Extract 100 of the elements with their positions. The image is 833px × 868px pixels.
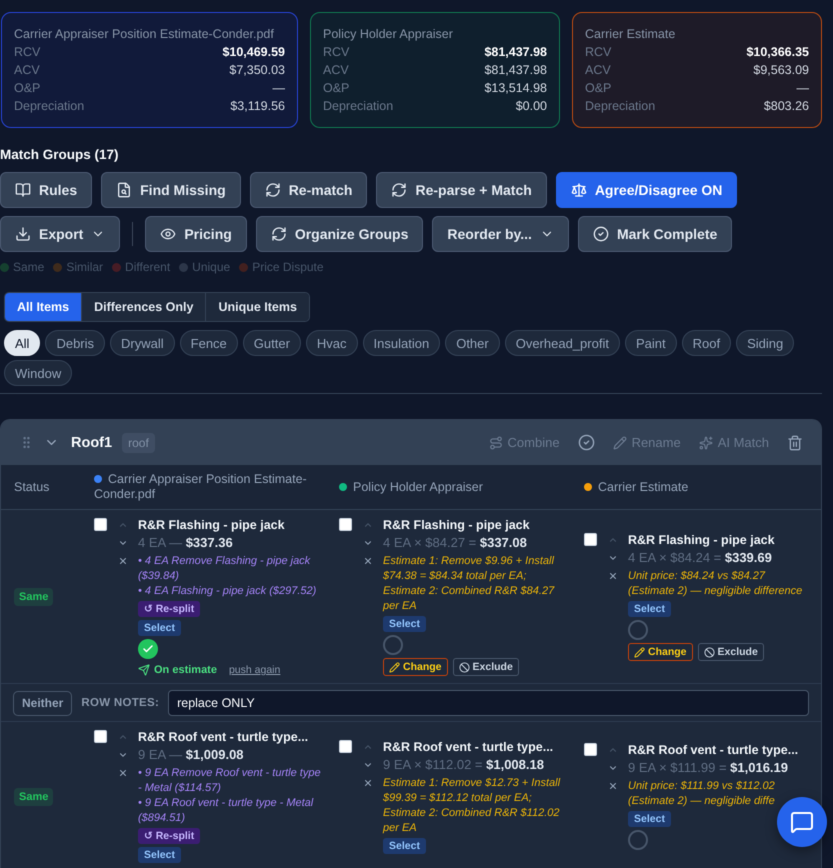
item-title: R&R Flashing - pipe jack [138,518,285,532]
category-chip[interactable]: All [4,330,40,356]
category-chip[interactable]: Other [445,330,500,356]
push-again-link[interactable]: push again [228,664,280,676]
checkbox[interactable] [339,518,352,531]
field-label: RCV [14,44,40,61]
category-chip[interactable]: Debris [45,330,106,356]
view-tab[interactable]: Differences Only [81,293,206,321]
checkbox[interactable] [584,533,597,546]
check-circle-icon[interactable] [138,639,158,659]
field-value: $10,366.35 [746,44,809,61]
category-chip[interactable]: Paint [624,330,677,356]
trash-icon[interactable] [787,434,803,450]
eye-icon [160,226,176,242]
ban-icon [458,662,470,672]
neither-button[interactable]: Neither [13,690,72,716]
resplit-button[interactable]: ↺ Re-split [138,601,200,617]
field-value: $3,119.56 [230,98,285,115]
category-chip[interactable]: Siding [736,330,794,356]
close-icon [363,778,373,788]
toolbar-button[interactable]: Re-match [250,172,368,208]
empty-ring-icon[interactable] [628,620,648,640]
change-button[interactable]: Change [628,643,693,661]
close-icon [118,768,128,778]
check-circle-icon[interactable] [578,434,595,451]
field-label: Depreciation [323,98,394,115]
toolbar-button[interactable]: Export [0,216,120,252]
item-title: R&R Flashing - pipe jack [383,518,530,532]
resplit-button[interactable]: ↺ Re-split [138,828,200,844]
empty-ring-icon[interactable] [383,635,403,655]
file-search-icon [116,182,132,198]
exclude-button[interactable]: Exclude [452,658,519,676]
category-chip[interactable]: Fence [180,330,238,356]
view-tab[interactable]: All Items [5,293,82,321]
category-chip[interactable]: Gutter [242,330,301,356]
column-header: Policy Holder Appraiser [353,480,483,494]
select-button[interactable]: Select [138,620,181,636]
view-tab[interactable]: Unique Items [205,293,309,321]
exclude-button[interactable]: Exclude [698,643,764,661]
field-label: Depreciation [585,98,656,115]
item-title: R&R Roof vent - turtle type... [628,743,798,757]
category-chip[interactable]: Overhead_profit [504,330,620,356]
category-chip[interactable]: Roof [682,330,732,356]
select-button[interactable]: Select [628,811,671,827]
toolbar-button[interactable]: Reorder by... [432,216,569,252]
refresh-icon [391,182,408,198]
toolbar-button[interactable]: Pricing [145,216,247,252]
card-title: Policy Holder Appraiser [323,26,454,43]
checkbox[interactable] [584,743,597,756]
scale-icon [570,182,587,198]
category-chip[interactable]: Hvac [306,330,358,356]
check-circle-icon [592,226,609,242]
change-button[interactable]: Change [383,658,448,676]
pencil-icon [389,662,400,672]
field-label: ACV [585,62,611,79]
toolbar-button[interactable]: Mark Complete [578,216,732,252]
chat-icon [790,810,814,834]
field-label: O&P [14,80,40,97]
split-line: • 4 EA Remove Flashing - pipe jack ($39.84) [138,555,310,582]
column-header: Carrier Estimate [598,480,688,494]
estimate-note: Unit price: $84.24 vs $84.27 (Estimate 2) — negligible difference [628,570,802,597]
split-line: • 9 EA Remove Roof vent - turtle type - Metal ($114.57) [138,767,321,794]
toolbar-button[interactable]: Agree/Disagree ON [556,172,738,208]
category-chip[interactable]: Drywall [110,330,175,356]
field-value: $7,350.03 [229,62,285,79]
close-icon [118,556,128,566]
checkbox[interactable] [94,518,107,531]
notes-input[interactable]: replace ONLY [168,690,809,716]
checkbox[interactable] [94,730,107,743]
estimate-note: Estimate 1: Remove $12.73 + Install $99.39 = $112.12 total per EA; Estimate 2: Combined R&R $112.02 per EA [383,776,560,834]
pencil-icon [612,436,627,450]
field-label: RCV [323,44,350,61]
notes-label: ROW NOTES: [81,697,160,709]
category-chip[interactable]: Window [4,360,72,386]
toolbar-button[interactable]: Organize Groups [256,216,424,252]
toolbar-button[interactable]: Re-parse + Match [376,172,547,208]
category-chip[interactable]: Insulation [362,330,440,356]
field-value: — [796,80,809,97]
field-value: $13,514.98 [484,80,547,97]
close-icon [608,571,618,581]
item-title: R&R Roof vent - turtle type... [383,740,554,754]
toolbar-button[interactable]: Rules [0,172,92,208]
checkbox[interactable] [339,740,352,752]
legend-label: Price Dispute [252,260,324,274]
amount-text: 4 EA × $84.24 = $339.69 [628,550,772,565]
download-icon [15,226,31,242]
select-button[interactable]: Select [138,847,181,863]
send-icon [138,664,150,676]
split-line: • 4 EA Flashing - pipe jack ($297.52) [138,585,316,597]
refresh-icon [270,226,287,242]
select-button[interactable]: Select [383,838,426,854]
field-label: RCV [585,44,612,61]
toolbar-button[interactable]: Find Missing [101,172,241,208]
section-title: Match Groups (17) [0,147,120,163]
empty-ring-icon[interactable] [628,830,648,850]
select-button[interactable]: Select [383,616,426,632]
select-button[interactable]: Select [628,601,671,617]
field-label: ACV [323,62,349,79]
column-header: Status [14,480,50,494]
close-icon [608,781,618,791]
